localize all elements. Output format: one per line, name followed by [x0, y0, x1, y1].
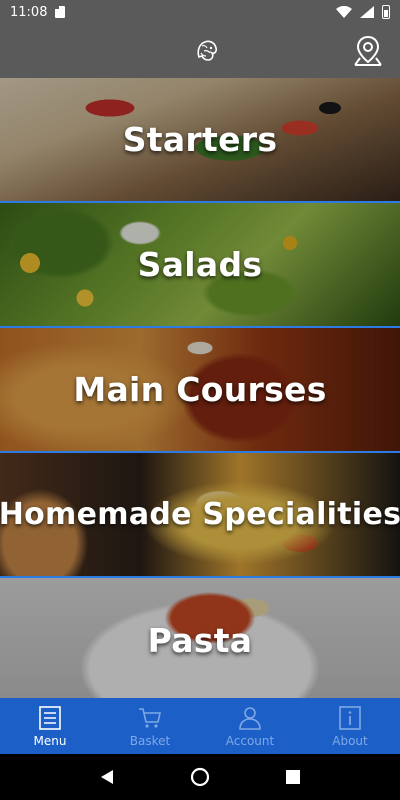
back-triangle-icon [100, 770, 113, 784]
basket-icon [139, 707, 161, 728]
category-label: Main Courses [73, 370, 327, 409]
bottom-navigation: Menu Basket Account About [0, 698, 400, 754]
recents-square-icon [286, 770, 301, 784]
map-pin-icon [354, 35, 382, 66]
info-icon [339, 705, 361, 730]
menu-category-list[interactable]: Starters Salads Main Courses Homemade Sp… [0, 78, 400, 698]
battery-icon [382, 5, 390, 19]
category-label: Pasta [147, 621, 253, 660]
signal-icon [360, 6, 374, 18]
back-button[interactable] [92, 762, 122, 792]
nav-item-basket[interactable]: Basket [100, 698, 200, 754]
system-navigation-bar [0, 754, 400, 800]
status-right [336, 5, 390, 19]
nav-label: Basket [129, 733, 171, 748]
recents-button[interactable] [278, 762, 308, 792]
menu-list-icon [39, 705, 61, 730]
category-label: Salads [137, 245, 263, 284]
status-bar: 11:08 [0, 0, 400, 24]
nav-label: About [332, 733, 368, 748]
nav-label: Account [225, 733, 275, 748]
home-button[interactable] [185, 762, 215, 792]
category-tile-starters[interactable]: Starters [0, 78, 400, 203]
category-tile-main-courses[interactable]: Main Courses [0, 328, 400, 453]
status-time: 11:08 [10, 4, 48, 20]
lion-logo-icon [197, 40, 217, 61]
nav-item-about[interactable]: About [300, 698, 400, 754]
home-circle-icon [190, 767, 210, 787]
category-label: Homemade Specialities [0, 497, 400, 532]
category-tile-salads[interactable]: Salads [0, 203, 400, 328]
nav-item-menu[interactable]: Menu [0, 698, 100, 754]
location-button[interactable] [350, 33, 386, 69]
app-bar [0, 24, 400, 78]
status-left: 11:08 [10, 4, 66, 20]
category-tile-homemade-specialities[interactable]: Homemade Specialities [0, 453, 400, 578]
category-label: Starters [122, 120, 278, 159]
person-icon [239, 706, 261, 730]
sd-card-icon [55, 6, 66, 18]
wifi-icon [336, 6, 352, 18]
category-tile-pasta[interactable]: Pasta [0, 578, 400, 698]
nav-item-account[interactable]: Account [200, 698, 300, 754]
nav-label: Menu [33, 733, 67, 748]
